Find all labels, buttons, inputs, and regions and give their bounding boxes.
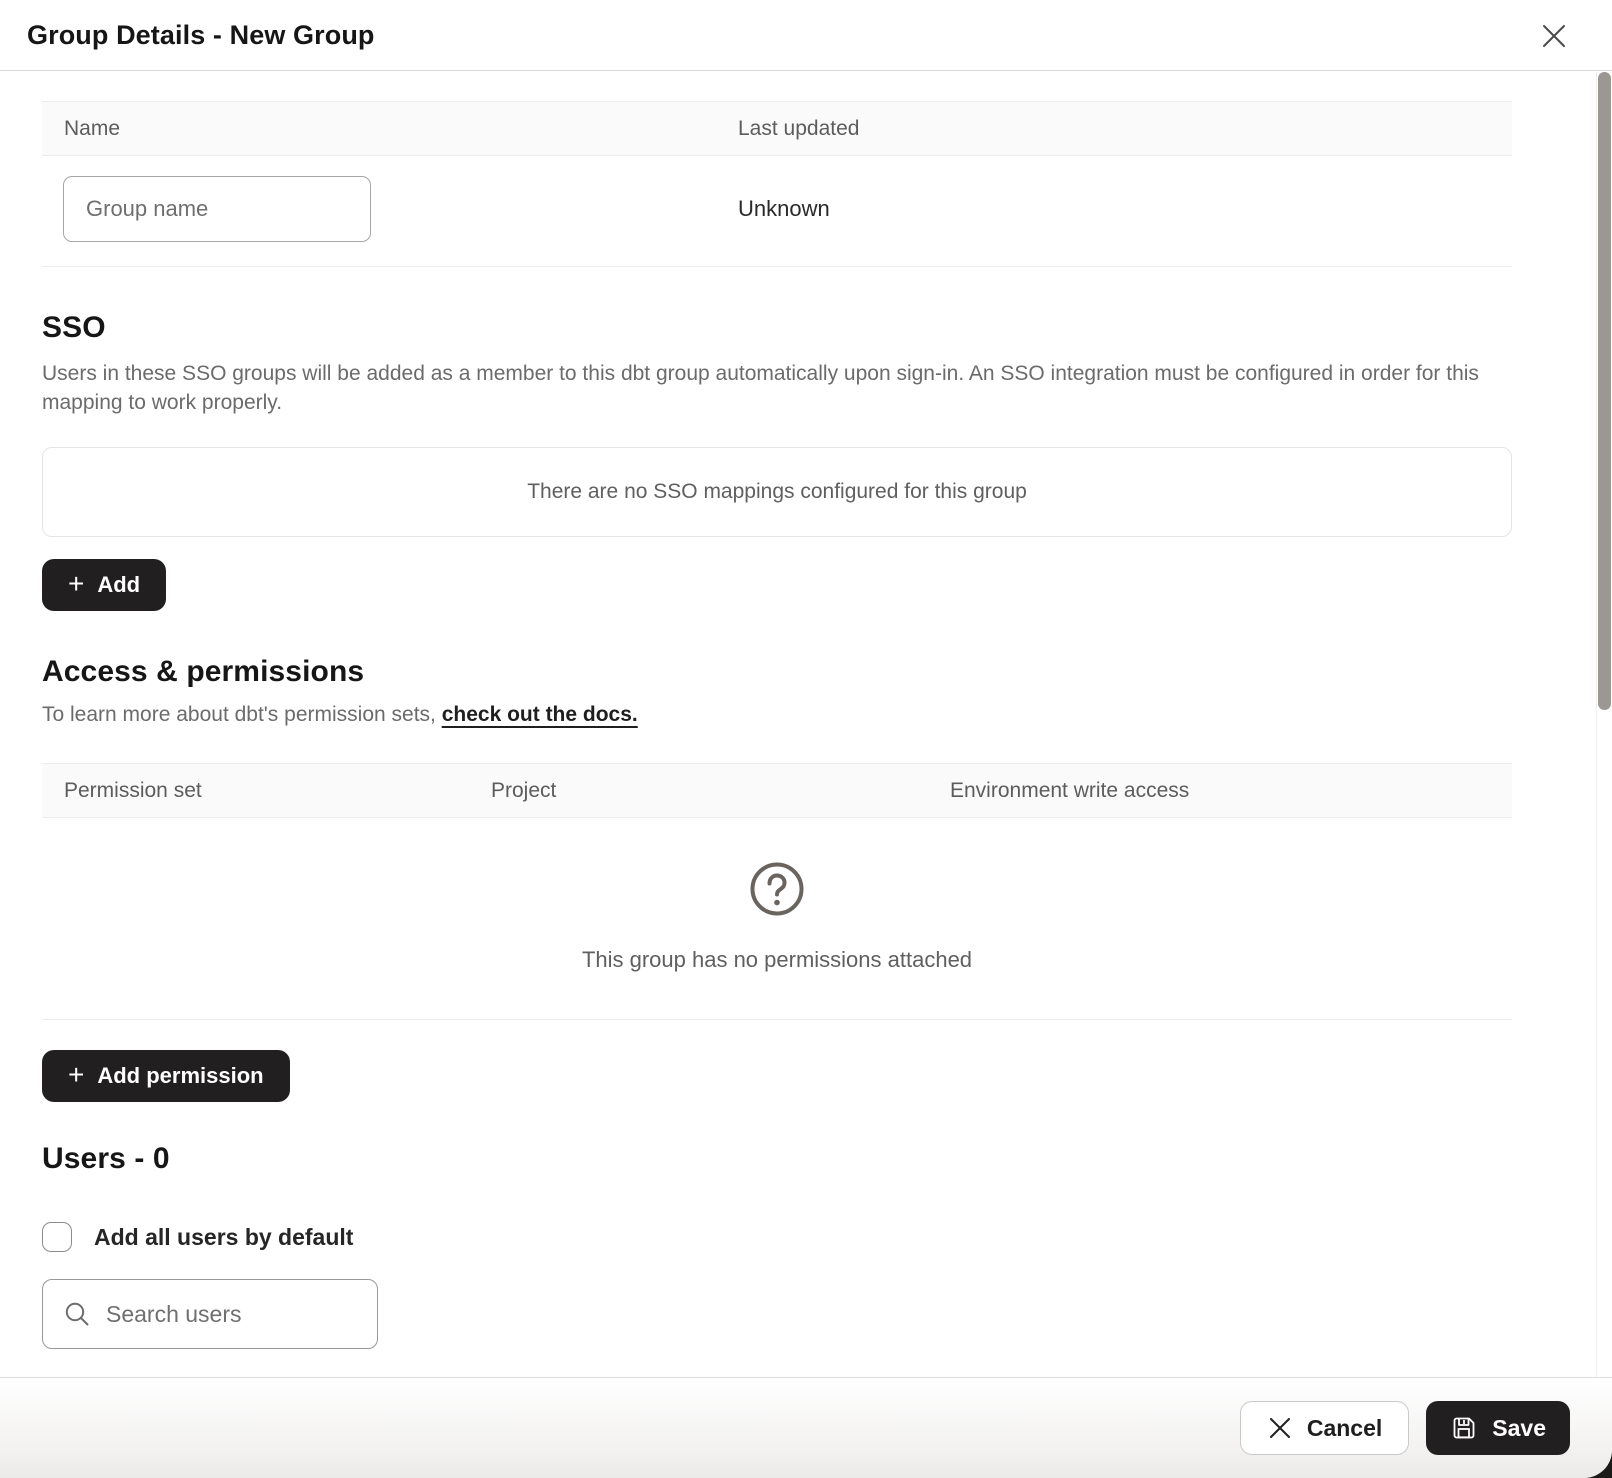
plus-icon: + [68, 1061, 84, 1089]
permissions-table-header-row: Permission set Project Environment write… [42, 763, 1512, 818]
floppy-disk-icon [1450, 1414, 1478, 1442]
sso-section: SSO Users in these SSO groups will be ad… [42, 311, 1512, 611]
column-header-last-updated: Last updated [716, 117, 1512, 141]
cancel-label: Cancel [1307, 1415, 1382, 1442]
close-button[interactable] [1536, 18, 1572, 54]
x-icon [1267, 1415, 1293, 1441]
plus-icon: + [68, 570, 84, 598]
question-circle-icon [750, 862, 804, 916]
last-updated-value: Unknown [716, 196, 1512, 222]
add-permission-button[interactable]: + Add permission [42, 1050, 290, 1102]
add-sso-mapping-label: Add [97, 572, 140, 598]
modal-footer: Cancel Save [0, 1377, 1612, 1478]
sso-empty-message: There are no SSO mappings configured for… [527, 480, 1027, 504]
column-header-name: Name [42, 117, 716, 141]
docs-link[interactable]: check out the docs. [442, 703, 638, 726]
group-name-table: Name Last updated Unknown [42, 101, 1512, 267]
search-icon [63, 1300, 91, 1328]
sso-empty-state: There are no SSO mappings configured for… [42, 447, 1512, 537]
search-users-input[interactable] [106, 1301, 402, 1328]
save-button[interactable]: Save [1426, 1401, 1570, 1455]
add-all-users-label: Add all users by default [94, 1224, 353, 1251]
modal-header: Group Details - New Group [0, 0, 1612, 71]
search-users-field [42, 1279, 378, 1349]
modal-body: Name Last updated Unknown SSO Users in t… [0, 72, 1596, 1377]
group-name-row: Unknown [42, 156, 1512, 267]
add-sso-mapping-button[interactable]: + Add [42, 559, 166, 611]
sso-description: Users in these SSO groups will be added … [42, 359, 1502, 417]
access-permissions-heading: Access & permissions [42, 655, 1512, 689]
add-all-users-row: Add all users by default [42, 1222, 1512, 1252]
permissions-table: Permission set Project Environment write… [42, 763, 1512, 1020]
cancel-button[interactable]: Cancel [1240, 1401, 1409, 1455]
group-details-modal: Group Details - New Group Name Last upda… [0, 0, 1612, 1478]
access-permissions-description: To learn more about dbt's permission set… [42, 703, 1512, 727]
users-section: Users - 0 Add all users by default [42, 1142, 1512, 1349]
vertical-scrollbar-thumb[interactable] [1598, 72, 1611, 710]
name-table-header-row: Name Last updated [42, 101, 1512, 156]
column-header-project: Project [469, 779, 928, 803]
group-name-input[interactable] [63, 176, 371, 242]
sso-heading: SSO [42, 311, 1512, 345]
modal-title: Group Details - New Group [27, 20, 375, 51]
save-label: Save [1492, 1415, 1546, 1442]
docs-line-prefix: To learn more about dbt's permission set… [42, 703, 442, 726]
close-icon [1539, 21, 1569, 51]
column-header-environment-write-access: Environment write access [928, 779, 1512, 803]
users-heading: Users - 0 [42, 1142, 1512, 1176]
add-all-users-checkbox[interactable] [42, 1222, 72, 1252]
access-permissions-section: Access & permissions To learn more about… [42, 655, 1512, 1102]
add-permission-label: Add permission [97, 1063, 263, 1089]
permissions-empty-message: This group has no permissions attached [42, 947, 1512, 973]
column-header-permission-set: Permission set [42, 779, 469, 803]
permissions-empty-state: This group has no permissions attached [42, 818, 1512, 1020]
vertical-scrollbar-track[interactable] [1596, 72, 1612, 1377]
